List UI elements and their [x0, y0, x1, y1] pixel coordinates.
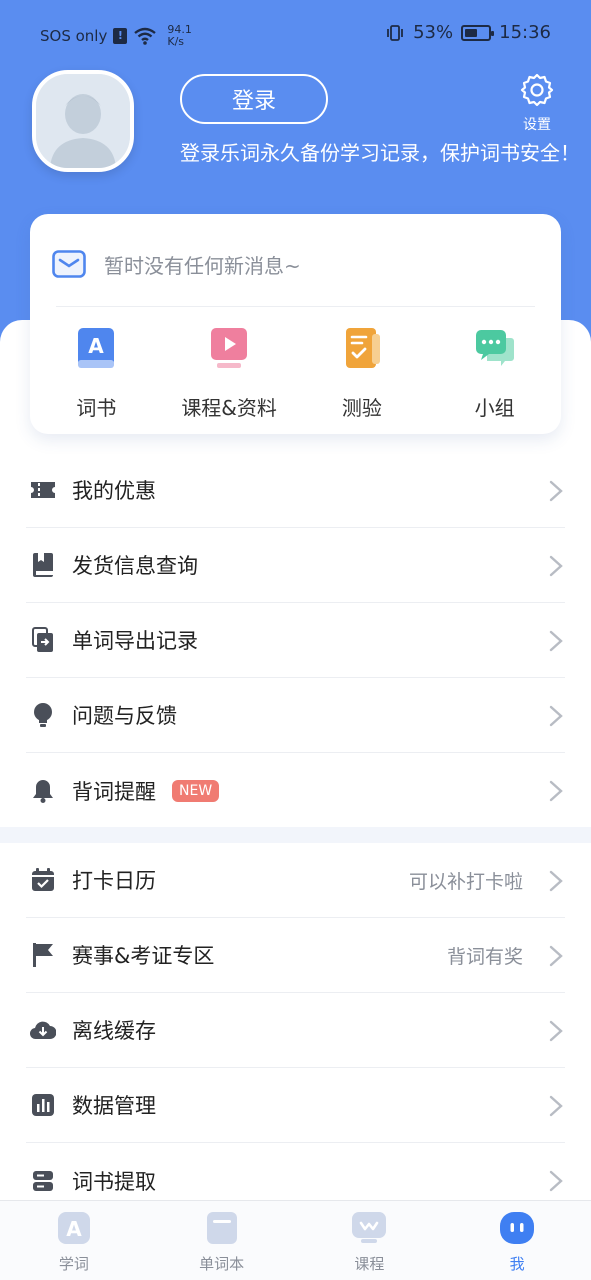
menu-item-label: 背词提醒 — [72, 779, 156, 804]
carrier-text: SOS only — [40, 27, 108, 45]
chevron-right-icon — [549, 1095, 563, 1117]
net-speed: 94.1 K/s — [167, 24, 192, 48]
menu-item-offline-cache[interactable]: 离线缓存 — [26, 993, 565, 1068]
menu-item-feedback[interactable]: 问题与反馈 — [26, 678, 565, 753]
chevron-right-icon — [549, 630, 563, 652]
chevron-right-icon — [549, 1020, 563, 1042]
cloud-download-icon — [28, 1015, 58, 1045]
menu-item-label: 我的优惠 — [72, 479, 156, 503]
quick-action-label: 词书 — [76, 396, 117, 420]
net-speed-unit: K/s — [167, 35, 185, 48]
tab-label: 课程 — [354, 1255, 385, 1273]
book-icon — [28, 550, 58, 580]
quick-actions: A 词书 课程&资料 测验 小组 — [30, 326, 561, 421]
chevron-right-icon — [549, 555, 563, 577]
chevron-right-icon — [549, 870, 563, 892]
battery-icon — [461, 24, 495, 41]
svg-text:A: A — [66, 1217, 82, 1241]
bottom-tab-bar: A 学词 单词本 课程 我 — [0, 1200, 591, 1280]
tab-label: 学词 — [58, 1255, 89, 1273]
settings-label: 设置 — [523, 117, 551, 133]
vibrate-icon — [387, 24, 404, 41]
quiz-icon — [345, 328, 380, 368]
bulb-icon — [28, 700, 58, 730]
clock: 15:36 — [499, 22, 551, 43]
quick-action-label: 测验 — [341, 396, 382, 420]
menu-item-checkin-calendar[interactable]: 打卡日历 可以补打卡啦 — [26, 843, 565, 918]
tab-label: 我 — [509, 1255, 525, 1273]
menu-item-coupons[interactable]: 我的优惠 — [26, 453, 565, 528]
storage-icon — [28, 1166, 58, 1196]
menu-item-hint: 可以补打卡啦 — [408, 870, 523, 893]
menu-item-label: 赛事&考证专区 — [72, 944, 215, 968]
chevron-right-icon — [549, 480, 563, 502]
me-tab-icon — [500, 1212, 535, 1244]
menu-item-export-records[interactable]: 单词导出记录 — [26, 603, 565, 678]
menu-item-reminder[interactable]: 背词提醒 NEW — [26, 753, 565, 828]
menu-group-1: 我的优惠 发货信息查询 单词导出记录 问题与反馈 背词提醒 NEW — [0, 453, 591, 828]
tab-me[interactable]: 我 — [443, 1201, 591, 1280]
chevron-right-icon — [549, 1170, 563, 1192]
mail-icon — [52, 250, 86, 278]
menu-item-contest-zone[interactable]: 赛事&考证专区 背词有奖 — [26, 918, 565, 993]
avatar[interactable] — [32, 70, 134, 172]
learn-tab-icon: A — [57, 1212, 90, 1244]
gear-icon — [520, 73, 554, 107]
message-row[interactable]: 暂时没有任何新消息~ — [52, 244, 539, 284]
group-chat-icon — [475, 330, 514, 366]
login-tip: 登录乐词永久备份学习记录，保护词书安全！ — [180, 141, 580, 165]
alert-icon: ! — [113, 28, 128, 44]
menu-item-data-management[interactable]: 数据管理 — [26, 1068, 565, 1143]
tab-learn[interactable]: A 学词 — [0, 1201, 148, 1280]
status-bar: SOS only ! 94.1 K/s 53% 15:36 — [0, 0, 591, 64]
notebook-tab-icon — [206, 1212, 237, 1244]
menu-item-label: 词书提取 — [72, 1169, 156, 1194]
chevron-right-icon — [549, 705, 563, 727]
menu-item-hint: 背词有奖 — [446, 945, 523, 968]
login-button[interactable]: 登录 — [180, 74, 328, 124]
menu-group-2: 打卡日历 可以补打卡啦 赛事&考证专区 背词有奖 离线缓存 数据管理 词书提取 — [0, 843, 591, 1218]
ticket-icon — [28, 475, 58, 505]
course-play-icon — [211, 328, 248, 368]
export-icon — [28, 625, 58, 655]
card-divider — [56, 306, 535, 307]
settings-button[interactable]: 设置 — [517, 72, 557, 134]
tab-notebook[interactable]: 单词本 — [148, 1201, 296, 1280]
quick-action-course[interactable]: 课程&资料 — [163, 326, 296, 421]
wifi-icon — [134, 27, 157, 45]
quick-card: 暂时没有任何新消息~ A 词书 课程&资料 测验 小组 — [30, 214, 561, 434]
menu-item-label: 打卡日历 — [72, 869, 156, 893]
course-tab-icon — [352, 1212, 387, 1243]
word-book-icon: A — [78, 328, 115, 368]
calendar-icon — [28, 865, 58, 895]
menu-item-label: 离线缓存 — [72, 1019, 156, 1043]
quick-action-word-book[interactable]: A 词书 — [30, 326, 163, 421]
section-divider — [0, 827, 591, 843]
new-badge: NEW — [172, 779, 220, 802]
menu-item-label: 问题与反馈 — [72, 704, 177, 728]
menu-item-label: 单词导出记录 — [72, 629, 198, 653]
quick-action-label: 小组 — [474, 396, 515, 420]
chevron-right-icon — [549, 945, 563, 967]
quick-action-label: 课程&资料 — [181, 396, 277, 420]
battery-fill — [465, 28, 477, 37]
battery-percent: 53% — [413, 22, 454, 43]
tab-label: 单词本 — [199, 1255, 245, 1273]
menu-item-label: 数据管理 — [72, 1094, 156, 1118]
bell-icon — [28, 776, 58, 806]
quick-action-quiz[interactable]: 测验 — [296, 326, 429, 421]
menu-item-label: 发货信息查询 — [72, 554, 198, 578]
svg-text:A: A — [89, 334, 105, 358]
menu-item-shipping[interactable]: 发货信息查询 — [26, 528, 565, 603]
message-empty-text: 暂时没有任何新消息~ — [104, 253, 301, 278]
default-avatar-icon — [36, 74, 130, 168]
chevron-right-icon — [549, 780, 563, 802]
tab-course[interactable]: 课程 — [296, 1201, 444, 1280]
chart-icon — [28, 1090, 58, 1120]
flag-icon — [28, 940, 58, 970]
quick-action-group[interactable]: 小组 — [428, 326, 561, 421]
